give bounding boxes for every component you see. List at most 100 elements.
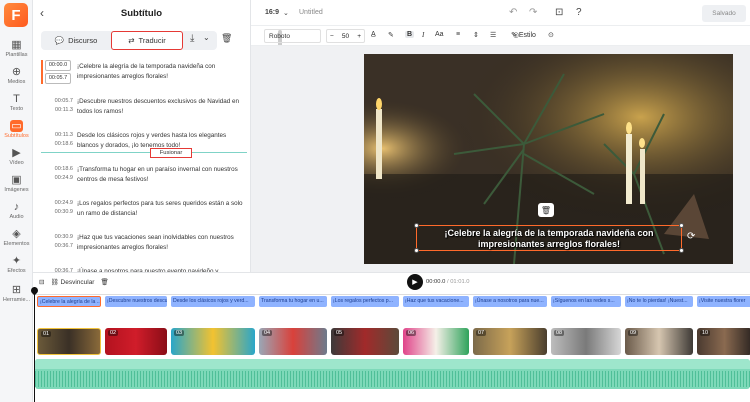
subtitle-clip[interactable]: ¡Los regalos perfectos p...	[331, 296, 399, 307]
highlight-icon[interactable]: ✎	[388, 31, 394, 39]
merge-button[interactable]: Fusionar	[150, 148, 192, 158]
sidebar-item-4[interactable]: ▶ Vídeo	[0, 143, 33, 169]
resize-handle[interactable]	[679, 248, 684, 253]
resize-handle[interactable]	[414, 223, 419, 228]
video-clip[interactable]: 07	[473, 328, 547, 355]
time-display: 00:00.0 / 01:01.0	[426, 279, 470, 285]
sidebar-item-9[interactable]: ⊞ Herramie...	[0, 280, 33, 306]
unlink-button[interactable]: ⛓ Desvincular	[50, 278, 94, 286]
sidebar-item-3[interactable]: ▭ Subtítulos	[0, 116, 33, 142]
end-time-field[interactable]: 00:05.7	[45, 73, 71, 84]
subtitle-clip[interactable]: ¡Visite nuestra florer	[697, 296, 750, 307]
subtitle-clip[interactable]: ¡Descubre nuestros descue...	[105, 296, 167, 307]
font-select[interactable]: Roboto	[264, 29, 321, 43]
play-button[interactable]: ▶	[407, 274, 423, 290]
clip-number: 06	[406, 330, 417, 336]
resize-handle[interactable]	[414, 248, 419, 253]
start-time-field[interactable]: 00:00.0	[45, 60, 71, 71]
minus-icon[interactable]: −	[330, 33, 334, 40]
sidebar-item-7[interactable]: ◈ Elementos	[0, 224, 33, 250]
video-preview[interactable]: 🗑 ¡Celebre la alegría de la temporada na…	[364, 54, 733, 264]
font-size-value[interactable]: 50	[342, 33, 349, 40]
align-icon[interactable]: ≡	[456, 31, 460, 38]
subtitle-clip[interactable]: Transforma tu hogar en u...	[259, 296, 327, 307]
undo-icon[interactable]: ↶	[509, 7, 517, 18]
sidebar-item-6[interactable]: ♪ Audio	[0, 197, 33, 223]
sidebar-item-label: Subtítulos	[4, 132, 29, 139]
line-height-icon[interactable]: ☰	[490, 31, 496, 39]
resize-handle[interactable]	[679, 223, 684, 228]
caption-text[interactable]: ¡Celebre la alegría de la temporada navi…	[417, 228, 681, 250]
style-button[interactable]: ✎ Estilo	[511, 31, 536, 39]
end-time[interactable]: 00:30.9	[45, 208, 73, 217]
delete-caption-icon[interactable]: 🗑	[538, 203, 554, 217]
sidebar-item-2[interactable]: T Texto	[0, 89, 33, 115]
chevron-down-icon[interactable]: ⌄	[203, 33, 210, 42]
plus-icon[interactable]: +	[357, 33, 361, 40]
italic-icon[interactable]: I	[422, 31, 424, 39]
sidebar-icon: ✦	[11, 255, 22, 267]
video-clip[interactable]: 08	[551, 328, 621, 355]
subtitle-clip[interactable]: Desde los clásicos rojos y verd...	[171, 296, 255, 307]
subtitle-clip[interactable]: ¡No te lo pierdas! ¡Nuest...	[625, 296, 693, 307]
subtitle-clip[interactable]: ¡Celebre la alegría de la ...	[37, 296, 101, 307]
subtitle-text[interactable]: ¡Los regalos perfectos para tus seres qu…	[77, 199, 243, 219]
rotate-icon[interactable]: ⟳	[687, 231, 695, 242]
tab-discurso[interactable]: 💬 Discurso	[41, 31, 111, 50]
trash-icon[interactable]: 🗑	[221, 33, 232, 44]
video-clip[interactable]: 10	[697, 328, 750, 355]
download-icon[interactable]: ⤓	[190, 33, 194, 44]
video-clip[interactable]: 06	[403, 328, 469, 355]
subtitle-text[interactable]: ¡Descubre nuestros descuentos exclusivos…	[77, 97, 243, 117]
video-clip[interactable]: 03	[171, 328, 255, 355]
text-color-icon[interactable]: A̲	[371, 31, 376, 38]
caption-selection-box[interactable]: ¡Celebre la alegría de la temporada navi…	[414, 223, 684, 253]
video-clip[interactable]: 05	[331, 328, 399, 355]
video-clip[interactable]: 01	[37, 328, 101, 355]
end-time[interactable]: 00:24.9	[45, 174, 73, 183]
chevron-down-icon[interactable]: ⌄	[283, 9, 289, 17]
merge-divider	[41, 152, 247, 153]
video-clip[interactable]: 02	[105, 328, 167, 355]
tab-traducir[interactable]: ⇄ Traducir	[111, 31, 183, 50]
save-button[interactable]: Salvado	[702, 5, 746, 22]
trash-icon[interactable]: 🗑	[100, 278, 108, 286]
video-clip[interactable]: 04	[259, 328, 327, 355]
more-icon[interactable]: ⊙	[548, 31, 554, 39]
sidebar-item-0[interactable]: ▦ Plantillas	[0, 35, 33, 61]
subtitle-clip[interactable]: ¡Síguenos en las redes s...	[551, 296, 621, 307]
start-time[interactable]: 00:24.9	[45, 199, 73, 208]
start-time[interactable]: 00:11.3	[45, 131, 73, 140]
bold-icon[interactable]: B	[405, 31, 415, 38]
audio-track[interactable]	[35, 359, 750, 389]
sidebar-item-5[interactable]: ▣ Imágenes	[0, 170, 33, 196]
spacing-icon[interactable]: ⇕	[473, 31, 479, 39]
font-size-stepper[interactable]: − 50 +	[326, 29, 365, 43]
split-icon[interactable]: ⊟	[39, 278, 44, 286]
case-icon[interactable]: Aa	[435, 31, 444, 38]
end-time[interactable]: 00:18.6	[45, 140, 73, 149]
screenshot-icon[interactable]: ⊡	[555, 7, 563, 18]
start-time[interactable]: 00:05.7	[45, 97, 73, 106]
end-time[interactable]: 00:36.7	[45, 242, 73, 251]
timeline-tools: ⊟ ⛓ Desvincular 🗑	[39, 278, 109, 286]
redo-icon[interactable]: ↷	[529, 7, 537, 18]
subtitle-text[interactable]: ¡Transforma tu hogar en un paraíso inver…	[77, 165, 243, 185]
video-clip[interactable]: 09	[625, 328, 693, 355]
start-time[interactable]: 00:30.9	[45, 233, 73, 242]
sidebar-item-1[interactable]: ⊕ Medios	[0, 62, 33, 88]
help-icon[interactable]: ?	[576, 7, 582, 18]
playhead[interactable]	[34, 287, 35, 402]
end-time[interactable]: 00:11.3	[45, 106, 73, 115]
start-time[interactable]: 00:18.6	[45, 165, 73, 174]
aspect-ratio-select[interactable]: 16:9	[265, 9, 279, 16]
subtitle-clip[interactable]: ¡Únase a nosotros para nue...	[473, 296, 547, 307]
caption-line-1: ¡Celebre la alegría de la temporada navi…	[444, 228, 654, 238]
project-title[interactable]: Untitled	[299, 9, 323, 16]
clip-number: 04	[262, 330, 273, 336]
sidebar-item-8[interactable]: ✦ Efectos	[0, 251, 33, 277]
subtitle-text[interactable]: ¡Celebre la alegría de la temporada navi…	[77, 62, 243, 82]
subtitle-text[interactable]: ¡Haz que tus vacaciones sean inolvidable…	[77, 233, 243, 253]
subtitle-clip[interactable]: ¡Haz que tus vacacione...	[403, 296, 469, 307]
time-ruler[interactable]	[33, 291, 750, 295]
